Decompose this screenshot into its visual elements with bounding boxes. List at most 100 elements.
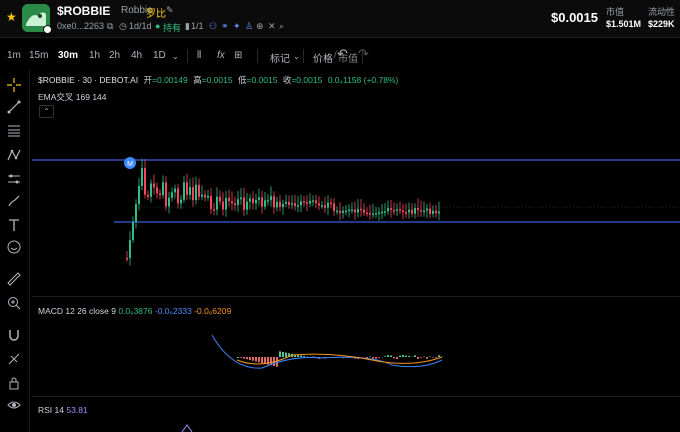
chain-badge-icon <box>43 25 52 34</box>
indicator-marks-button[interactable]: 标记 <box>270 50 290 65</box>
timeframe-30m[interactable]: 30m <box>58 50 78 61</box>
candle-body <box>210 195 212 210</box>
timeframe-4h[interactable]: 4h <box>131 50 142 61</box>
legend-low: =0.0015 <box>246 75 278 85</box>
candle-body <box>378 212 380 214</box>
candle-body <box>147 194 149 197</box>
trend-line-icon[interactable] <box>4 98 24 116</box>
users-icon[interactable]: ⚇ <box>209 21 217 32</box>
ruler-icon[interactable] <box>4 270 24 288</box>
candle-body <box>174 188 176 193</box>
candle-body <box>375 213 377 215</box>
pane-divider[interactable] <box>32 396 680 397</box>
macd-histogram-bar <box>297 355 299 357</box>
candle-body <box>369 213 371 215</box>
macd-histogram-bar <box>237 357 239 358</box>
pane-divider[interactable] <box>32 296 680 297</box>
price-chart-canvas[interactable]: M <box>32 70 680 432</box>
macd-histogram-bar <box>261 357 263 363</box>
macd-histogram-bar <box>393 357 395 359</box>
x-icon[interactable]: ✕ <box>268 21 276 32</box>
candle-body <box>189 187 191 195</box>
candle-body <box>249 198 251 202</box>
text-icon[interactable] <box>4 216 24 234</box>
candle-body <box>438 211 440 214</box>
rsi-value: 53.81 <box>66 405 88 415</box>
legend-change: 0.0₄1158 (+0.78%) <box>327 75 399 85</box>
link-icon[interactable]: ⚭ <box>221 21 229 32</box>
globe-icon[interactable]: ⊕ <box>256 21 264 32</box>
fib-lines-icon[interactable] <box>4 122 24 140</box>
chevron-down-icon[interactable]: ⌄ <box>293 52 300 61</box>
eye-icon[interactable] <box>4 396 24 414</box>
market-cap-label: 市值 <box>606 7 625 17</box>
pattern-icon[interactable] <box>4 146 24 164</box>
candle-body <box>129 240 131 258</box>
candle-body <box>252 198 254 204</box>
macd-histogram-bar <box>420 357 422 358</box>
candle-body <box>432 210 434 214</box>
brush-icon[interactable] <box>4 192 24 210</box>
macd-histogram-bar <box>414 355 416 357</box>
indicators-fx-icon[interactable]: fx <box>217 50 225 61</box>
lock-drawing-icon[interactable] <box>4 350 24 368</box>
liquidity-label: 流动性 <box>648 7 676 17</box>
candle-body <box>237 199 239 206</box>
candle-body <box>183 182 185 200</box>
rsi-label: RSI 14 <box>38 405 64 415</box>
macd-histogram-bar <box>432 357 434 358</box>
timeframe-1m[interactable]: 1m <box>7 50 21 61</box>
undo-icon[interactable]: ↶ <box>337 46 348 62</box>
candle-body <box>333 203 335 211</box>
timeframe-2h[interactable]: 2h <box>109 50 120 61</box>
smiley-icon[interactable] <box>4 238 24 256</box>
magnet-icon[interactable] <box>4 326 24 344</box>
ohlc-legend: $ROBBIE · 30 · DEBOT.AI 开=0.00149 高=0.00… <box>38 74 401 86</box>
token-symbol: $ROBBIE <box>57 4 111 18</box>
timeframe-15m[interactable]: 15m <box>29 50 48 61</box>
copy-icon[interactable]: ⧉ <box>107 21 113 32</box>
pencil-icon[interactable]: ✎ <box>166 5 174 16</box>
star-icon[interactable]: ★ <box>6 11 17 23</box>
crosshair-icon[interactable] <box>4 76 24 94</box>
lock-icon[interactable] <box>4 374 24 392</box>
user-icon[interactable]: ♙ <box>245 21 253 32</box>
candle-body <box>138 186 140 204</box>
macd-histogram-bar <box>258 357 260 363</box>
candle-body <box>168 197 170 207</box>
rocket-icon[interactable]: ✦ <box>233 21 241 32</box>
candle-body <box>303 201 305 203</box>
ema-indicator-label[interactable]: EMA交叉 169 144 <box>38 91 107 103</box>
rsi-line <box>181 424 193 432</box>
candle-body <box>171 192 173 198</box>
legend-high: =0.0015 <box>201 75 233 85</box>
price-toggle[interactable]: 价格 <box>313 50 333 65</box>
candle-body <box>204 194 206 198</box>
macd-histogram-bar <box>396 357 398 359</box>
zoom-in-icon[interactable] <box>4 294 24 312</box>
candle-body <box>225 197 227 210</box>
candle-body <box>390 208 392 210</box>
macd-histogram-bar <box>252 357 254 361</box>
search-icon[interactable]: ⌕ <box>279 21 284 32</box>
chart-area[interactable]: M $ROBBIE · 30 · DEBOT.AI 开=0.00149 高=0.… <box>32 70 680 432</box>
redo-icon[interactable]: ↷ <box>358 46 369 62</box>
holding-icon: ● <box>155 21 161 31</box>
macd-histogram-bar <box>246 357 248 360</box>
candle-body <box>297 205 299 207</box>
chevron-down-icon[interactable]: ⌄ <box>172 52 179 61</box>
candle-body <box>246 201 248 210</box>
timeframe-1h[interactable]: 1h <box>89 50 100 61</box>
candle-type-icon[interactable]: ⫴ <box>197 50 201 61</box>
projection-icon[interactable] <box>4 170 24 188</box>
timeframe-1d[interactable]: 1D <box>153 50 166 61</box>
candle-body <box>213 209 215 211</box>
layout-grid-icon[interactable]: ⊞ <box>234 50 242 61</box>
macd-histogram-bar <box>384 356 386 357</box>
macd-histogram-bar <box>240 357 242 358</box>
candle-body <box>408 209 410 213</box>
macd-histogram-bar <box>282 352 284 357</box>
candle-body <box>393 209 395 212</box>
chevron-up-icon[interactable]: ⌃ <box>39 105 54 118</box>
candle-body <box>294 203 296 207</box>
